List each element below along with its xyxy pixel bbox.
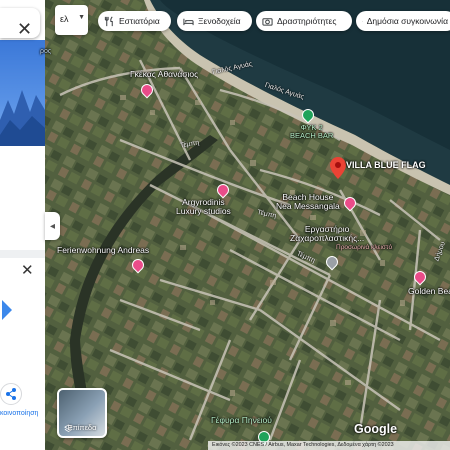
fork-knife-icon — [104, 16, 113, 26]
place-label[interactable]: Argyrodinis Luxury studios — [176, 197, 231, 217]
close-icon[interactable]: ✕ — [21, 263, 34, 278]
share-button[interactable] — [0, 383, 22, 405]
search-box[interactable]: ✕ — [0, 8, 40, 38]
layers-button[interactable]: Επίπεδα — [57, 388, 107, 438]
chip-label: Εστιατόρια — [119, 16, 160, 26]
language-label: ελ — [60, 14, 69, 24]
closed-label: Προσωρινά κλειστό — [336, 244, 393, 251]
chip-transit[interactable]: Δημόσια συγκοινωνία — [356, 11, 450, 31]
bus-icon — [362, 20, 363, 22]
place-label[interactable]: Γκέκας Αθανάσιος — [130, 69, 198, 79]
place-label[interactable]: Golden Beach — [408, 286, 450, 296]
directions-icon[interactable] — [0, 298, 14, 322]
chip-label: Δημόσια συγκοινωνία — [366, 16, 448, 26]
place-label[interactable]: Beach House Nea Messangala — [276, 192, 340, 212]
chevron-left-icon: ◂ — [49, 220, 56, 232]
chip-activities[interactable]: Δραστηριότητες — [256, 11, 352, 31]
chevron-down-icon: ▼ — [78, 14, 85, 21]
close-icon[interactable]: ✕ — [17, 20, 32, 38]
place-label[interactable]: Ferienwohnung Andreas — [57, 245, 149, 255]
collapse-panel-button[interactable]: ◂ — [45, 212, 60, 240]
share-label: κοινοποίηση — [0, 410, 39, 417]
place-label[interactable]: Εργαστήριο Ζαχαροπλαστικής... — [290, 224, 364, 244]
chip-label: Δραστηριότητες — [277, 16, 337, 26]
selected-place-pin[interactable] — [330, 157, 346, 179]
place-label[interactable]: Γέφυρα Πηνειού — [211, 415, 272, 425]
layers-label: Επίπεδα — [67, 423, 97, 432]
camera-icon — [262, 17, 273, 26]
chip-hotels[interactable]: Ξενοδοχεία — [177, 11, 252, 31]
panel-divider — [0, 250, 45, 258]
place-photo[interactable] — [0, 40, 45, 146]
place-label[interactable]: ΦΥΚ 2 BEACH BAR — [290, 123, 333, 141]
map-attribution[interactable]: Εικόνες ©2023 CNES / Airbus, Maxar Techn… — [208, 441, 450, 450]
water-label: ρος — [40, 48, 52, 55]
chip-restaurants[interactable]: Εστιατόρια — [98, 11, 171, 31]
share-icon — [6, 388, 16, 400]
selected-place-label[interactable]: VILLA BLUE FLAG — [346, 160, 426, 170]
place-side-panel: ✕ κοινοποίηση — [0, 0, 45, 450]
chip-label: Ξενοδοχεία — [198, 16, 241, 26]
bed-icon — [183, 18, 194, 25]
google-logo: Google — [354, 422, 398, 436]
language-selector[interactable]: ελ ▼ — [55, 5, 88, 35]
